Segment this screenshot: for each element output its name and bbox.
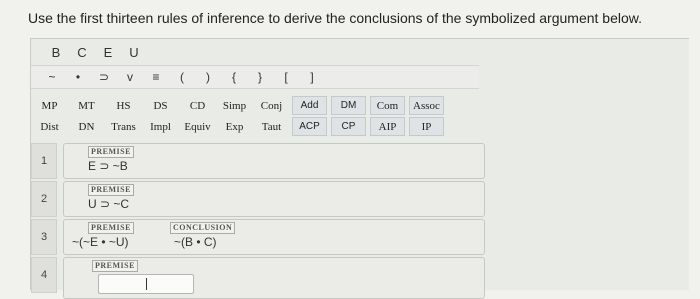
- conclusion-tag: CONCLUSION: [170, 222, 236, 234]
- rule-acp[interactable]: ACP: [292, 117, 327, 136]
- proof-panel: B C E U ~ • ⊃ v ≡ ( ) { } [ ] MP MT HS D…: [30, 38, 691, 299]
- rule-dn[interactable]: DN: [68, 116, 105, 137]
- line-formula: U ⊃ ~C: [88, 197, 130, 211]
- rules-grid: MP MT HS DS CD Simp Conj Add DM Com Asso…: [31, 95, 446, 137]
- proof-line-3: 3 PREMISE ~(~E • ~U) CONCLUSION ~(B • C): [31, 219, 691, 255]
- rule-impl[interactable]: Impl: [142, 116, 179, 137]
- wedge-symbol[interactable]: v: [117, 70, 143, 84]
- rule-exp[interactable]: Exp: [216, 116, 253, 137]
- rule-hs[interactable]: HS: [105, 95, 142, 116]
- left-paren-symbol[interactable]: (: [169, 70, 195, 84]
- proof-line-4: 4 PREMISE: [31, 257, 691, 299]
- rules-row-1: MP MT HS DS CD Simp Conj Add DM Com Asso…: [31, 95, 446, 116]
- question-text: Use the first thirteen rules of inferenc…: [28, 10, 642, 26]
- line-box[interactable]: PREMISE ~(~E • ~U) CONCLUSION ~(B • C): [63, 219, 485, 255]
- left-brace-symbol[interactable]: {: [221, 70, 247, 84]
- premise-tag: PREMISE: [88, 222, 134, 234]
- rule-mt[interactable]: MT: [68, 95, 105, 116]
- var-e[interactable]: E: [95, 45, 121, 60]
- left-bracket-symbol[interactable]: [: [273, 70, 299, 84]
- line-number: 4: [31, 257, 57, 293]
- rules-row-2: Dist DN Trans Impl Equiv Exp Taut ACP CP…: [31, 116, 446, 137]
- line-number: 2: [31, 181, 57, 217]
- text-caret: [146, 278, 147, 290]
- premise-tag: PREMISE: [88, 146, 134, 158]
- line-formula: ~(~E • ~U): [72, 235, 129, 249]
- rule-add[interactable]: Add: [292, 96, 327, 115]
- premise-tag: PREMISE: [92, 260, 138, 272]
- right-bracket-symbol[interactable]: ]: [299, 70, 325, 84]
- right-brace-symbol[interactable]: }: [247, 70, 273, 84]
- symbol-row: ~ • ⊃ v ≡ ( ) { } [ ]: [31, 65, 479, 89]
- dot-symbol[interactable]: •: [65, 70, 91, 84]
- line-number: 1: [31, 143, 57, 179]
- var-b[interactable]: B: [43, 45, 69, 60]
- rule-dist[interactable]: Dist: [31, 116, 68, 137]
- line-box[interactable]: PREMISE U ⊃ ~C: [63, 181, 485, 217]
- rule-dm[interactable]: DM: [331, 96, 366, 115]
- rule-aip[interactable]: AIP: [370, 117, 405, 136]
- rule-com[interactable]: Com: [370, 96, 405, 115]
- line-box[interactable]: PREMISE: [63, 257, 485, 299]
- rule-equiv[interactable]: Equiv: [179, 116, 216, 137]
- rule-ip[interactable]: IP: [409, 117, 444, 136]
- rule-cd[interactable]: CD: [179, 95, 216, 116]
- proof-line-1: 1 PREMISE E ⊃ ~B: [31, 143, 691, 179]
- formula-input[interactable]: [98, 274, 194, 294]
- tilde-symbol[interactable]: ~: [39, 70, 65, 84]
- triple-bar-symbol[interactable]: ≡: [143, 70, 169, 84]
- variable-row: B C E U: [43, 45, 147, 60]
- rule-mp[interactable]: MP: [31, 95, 68, 116]
- var-u[interactable]: U: [121, 45, 147, 60]
- rule-trans[interactable]: Trans: [105, 116, 142, 137]
- var-c[interactable]: C: [69, 45, 95, 60]
- rule-taut[interactable]: Taut: [253, 116, 290, 137]
- rule-assoc[interactable]: Assoc: [409, 96, 444, 115]
- horseshoe-symbol[interactable]: ⊃: [91, 70, 117, 84]
- line-number: 3: [31, 219, 57, 255]
- proof-line-2: 2 PREMISE U ⊃ ~C: [31, 181, 691, 217]
- conclusion-formula: ~(B • C): [174, 235, 217, 249]
- rule-conj[interactable]: Conj: [253, 95, 290, 116]
- line-formula: E ⊃ ~B: [88, 159, 128, 173]
- rule-cp[interactable]: CP: [331, 117, 366, 136]
- rule-simp[interactable]: Simp: [216, 95, 253, 116]
- line-box[interactable]: PREMISE E ⊃ ~B: [63, 143, 485, 179]
- rule-ds[interactable]: DS: [142, 95, 179, 116]
- right-paren-symbol[interactable]: ): [195, 70, 221, 84]
- premise-tag: PREMISE: [88, 184, 134, 196]
